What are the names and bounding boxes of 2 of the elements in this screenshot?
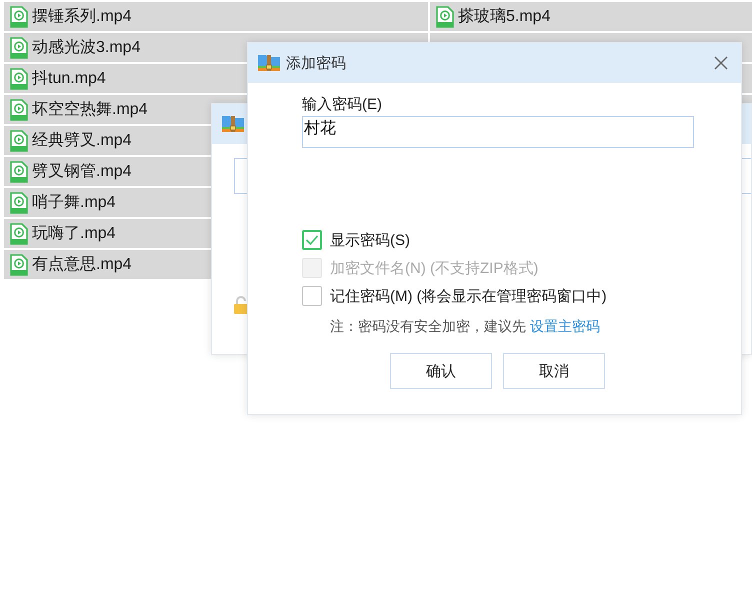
note-text: 注：密码没有安全加密，建议先 设置主密码 (330, 318, 601, 336)
password-label: 输入密码(E) (302, 95, 383, 114)
